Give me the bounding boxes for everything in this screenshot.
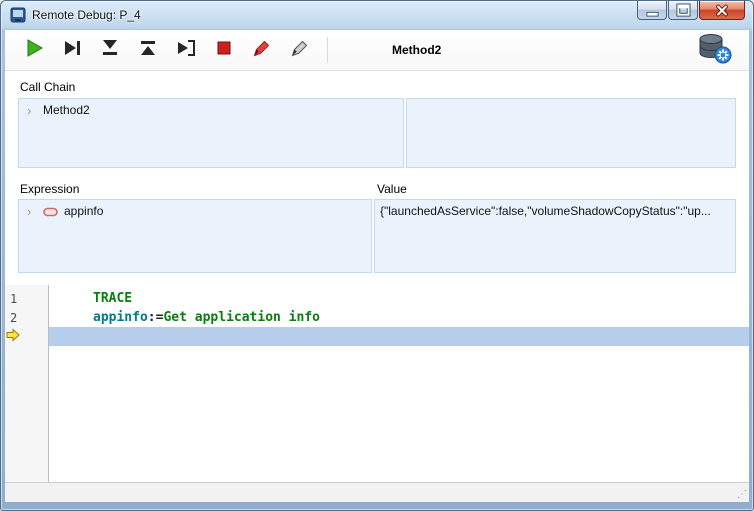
continue-button[interactable] [19,35,49,65]
code-editor[interactable]: 1 2 TRACE appinfo [5,285,749,482]
code-line[interactable]: appinfo := Get application info [49,308,749,327]
step-into-icon [99,37,121,64]
step-out-button[interactable] [133,35,163,65]
window-controls [636,1,745,20]
watch-panel: › appinfo {"launchedAsService":false,"vo… [18,199,736,273]
step-into-button[interactable] [95,35,125,65]
maximize-button[interactable] [668,1,698,20]
expression-value: {"launchedAsService":false,"volumeShadow… [375,200,735,218]
call-chain-item-label: Method2 [43,103,90,117]
expander-chevron-icon[interactable]: › [27,104,35,117]
call-chain-list[interactable]: › Method2 [18,98,404,168]
database-gear-icon [696,32,732,69]
close-button[interactable] [699,1,745,20]
value-list[interactable]: {"launchedAsService":false,"volumeShadow… [374,199,736,273]
edit-button[interactable] [285,35,315,65]
status-bar: ⋰ [5,482,749,502]
expression-name: appinfo [64,204,103,218]
current-execution-line[interactable] [49,327,749,346]
step-out-icon [137,37,159,64]
expression-column-label: Expression [20,182,377,196]
step-into-process-button[interactable] [171,35,201,65]
no-trace-icon [61,37,83,64]
call-chain-detail-pane[interactable] [406,98,736,168]
execution-pointer-row[interactable] [5,327,48,346]
watch-header: Expression Value [20,182,736,196]
line-number[interactable]: 2 [5,308,48,327]
toolbar-separator [327,37,328,63]
value-column-label: Value [377,182,407,196]
call-chain-panel: › Method2 [18,98,736,168]
code-token-command: TRACE [93,291,132,306]
client-area: Method2 [5,30,749,502]
editor-gutter[interactable]: 1 2 [5,285,49,482]
code-token-command: Get application info [163,310,320,325]
code-token-operator: := [148,310,164,325]
code-area[interactable]: TRACE appinfo := Get application info [49,285,749,482]
abort-and-edit-pencil-icon [251,37,273,64]
current-method-label: Method2 [392,43,441,57]
code-token-variable: appinfo [93,310,148,325]
no-trace-button[interactable] [57,35,87,65]
debug-toolbar: Method2 [5,30,749,71]
call-chain-label: Call Chain [20,80,749,94]
resize-grip[interactable]: ⋰ [737,490,747,500]
app-icon [10,7,26,23]
call-chain-item[interactable]: › Method2 [19,99,403,121]
minimize-button[interactable] [637,1,667,20]
continue-icon [23,37,45,64]
expression-row[interactable]: › appinfo [19,200,371,222]
edit-pencil-icon [289,37,311,64]
abort-button[interactable] [209,35,239,65]
database-settings-button[interactable] [693,33,735,67]
code-line[interactable]: TRACE [49,289,749,308]
remote-debug-window: Remote Debug: P_4 [0,0,754,511]
expression-list[interactable]: › appinfo [18,199,372,273]
title-bar[interactable]: Remote Debug: P_4 [1,1,753,29]
current-line-arrow-icon [6,328,20,345]
expander-chevron-icon[interactable]: › [27,205,35,218]
abort-icon [213,37,235,64]
expression-type-icon [43,206,58,216]
step-into-process-icon [175,37,197,64]
abort-and-edit-button[interactable] [247,35,277,65]
line-number[interactable]: 1 [5,289,48,308]
window-title: Remote Debug: P_4 [32,8,141,22]
